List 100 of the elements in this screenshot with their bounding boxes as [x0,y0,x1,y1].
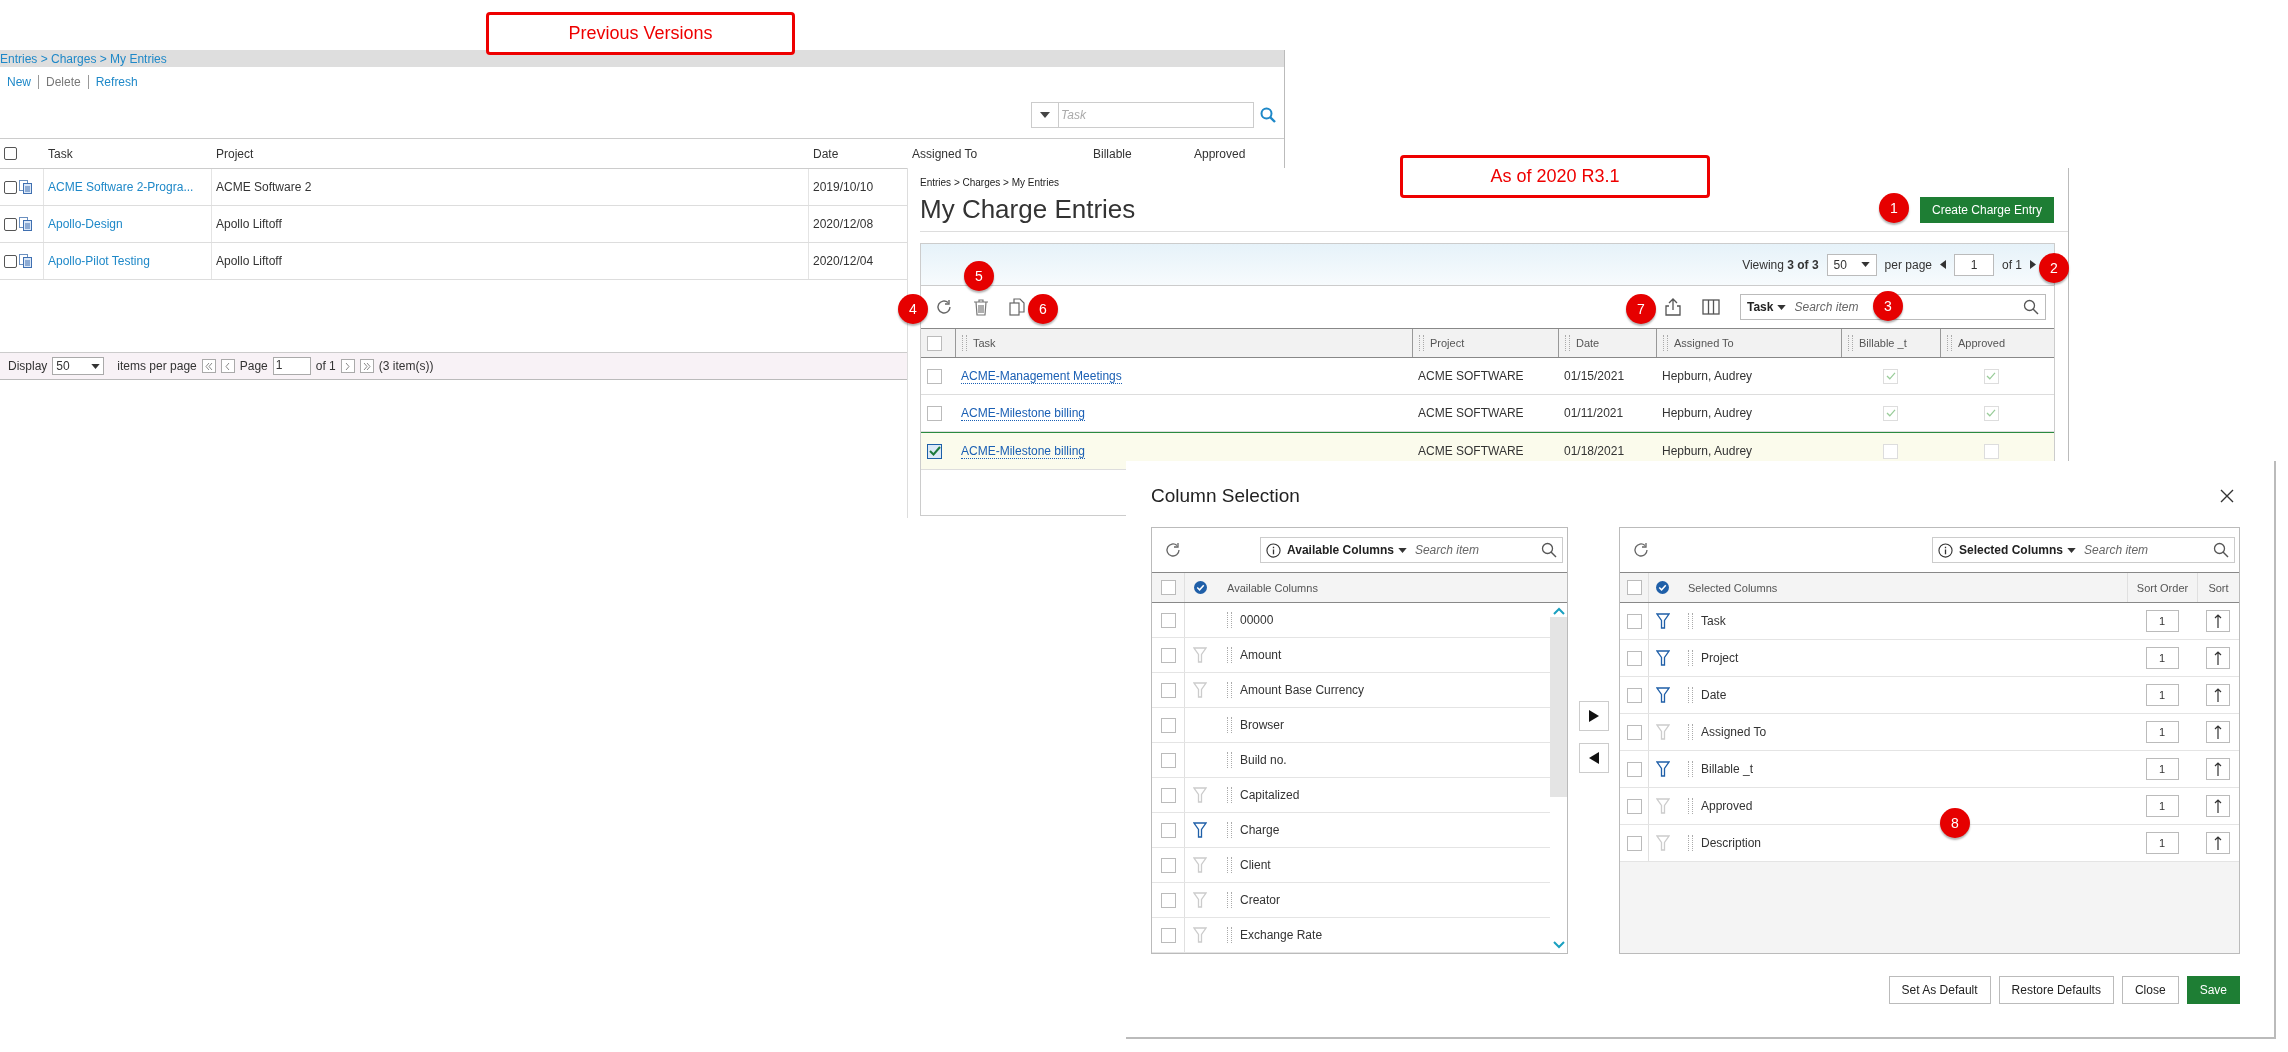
task-link[interactable]: ACME-Milestone billing [961,405,1086,421]
sort-order-field[interactable]: 1 [2145,832,2179,854]
copy-icon[interactable] [1009,298,1025,316]
list-item[interactable]: Date 1 [1620,677,2239,714]
column-header[interactable]: Task [48,146,73,161]
sort-order-field[interactable]: 1 [2145,647,2179,669]
sort-direction-button[interactable] [2206,647,2230,669]
page-field[interactable]: 1 [1954,253,1994,276]
task-link[interactable]: Apollo-Pilot Testing [48,254,150,268]
sort-direction-button[interactable] [2206,721,2230,743]
list-item[interactable]: Build no. [1152,743,1550,778]
checkbox[interactable] [1626,580,1642,595]
checkbox[interactable] [4,147,17,160]
list-item[interactable]: Exchange Rate [1152,918,1550,953]
checkbox[interactable] [927,335,942,351]
column-header[interactable]: Project [216,146,254,161]
refresh-icon[interactable] [935,298,953,316]
sort-order-field[interactable]: 1 [2145,721,2179,743]
checkbox[interactable] [4,254,17,268]
column-header[interactable]: Billable _t [1859,337,1907,349]
column-header[interactable]: Approved [1958,337,2006,349]
chevron-up-icon[interactable] [1552,607,1565,615]
column-header[interactable]: Project [1430,337,1465,349]
search-bar[interactable]: Available Columns Search item [1260,537,1563,563]
checkbox[interactable] [4,180,17,194]
column-header[interactable]: Date [813,146,839,161]
checkbox[interactable] [927,443,942,459]
checkbox[interactable] [1160,752,1176,768]
dialog-button[interactable]: Save [2186,976,2240,1004]
checkbox[interactable] [1626,687,1642,703]
filter-icon[interactable] [1655,613,1670,629]
search-input[interactable]: Search item [1412,542,1535,558]
page-size-select[interactable]: 50 [52,357,105,375]
list-item[interactable]: Task 1 [1620,603,2239,640]
trash-icon[interactable] [973,298,989,316]
sort-order-field[interactable]: 1 [2145,795,2179,817]
list-item[interactable]: Project 1 [1620,640,2239,677]
list-item[interactable]: Capitalized [1152,778,1550,813]
task-link[interactable]: ACME-Management Meetings [961,368,1122,384]
column-header[interactable]: Assigned To [1674,337,1734,349]
filter-icon[interactable] [1655,761,1670,777]
action-link[interactable]: Refresh [87,75,145,89]
checkbox[interactable] [1160,647,1176,663]
refresh-icon[interactable] [1632,541,1650,559]
column-header[interactable]: Date [1576,337,1600,349]
move-right-button[interactable] [1578,701,1609,731]
first-page-button[interactable] [201,359,216,373]
search-icon[interactable] [2213,542,2229,558]
last-page-button[interactable] [359,359,374,373]
move-left-button[interactable] [1578,743,1609,773]
list-item[interactable]: Billable _t 1 [1620,751,2239,788]
checkbox[interactable] [1626,650,1642,666]
sort-order-field[interactable]: 1 [2145,758,2179,780]
list-item[interactable]: Creator [1152,883,1550,918]
checkbox[interactable] [1160,682,1176,698]
next-page-button[interactable] [340,359,355,373]
search-bar[interactable]: Task [1031,102,1254,128]
dialog-button[interactable]: Restore Defaults [1998,976,2114,1004]
list-item[interactable]: Browser [1152,708,1550,743]
search-bar[interactable]: Selected Columns Search item [1932,537,2235,563]
checkbox[interactable] [927,368,942,384]
columns-icon[interactable] [1702,298,1720,316]
dialog-button[interactable]: Close [2121,976,2179,1004]
search-icon[interactable] [2023,299,2039,315]
checkbox[interactable] [1160,927,1176,943]
list-item[interactable]: Client [1152,848,1550,883]
page-field[interactable]: 1 [272,357,311,375]
export-icon[interactable] [1664,298,1682,316]
list-item[interactable]: Assigned To 1 [1620,714,2239,751]
sort-direction-button[interactable] [2206,795,2230,817]
checkbox[interactable] [4,217,17,231]
checkbox[interactable] [1626,761,1642,777]
search-icon[interactable] [1541,542,1557,558]
table-row[interactable]: ACME-Management Meetings ACME SOFTWARE 01/15/2021 Hepburn, Audrey [921,358,2054,395]
page-size-select[interactable]: 50 [1826,253,1877,276]
chevron-down-icon[interactable] [1552,941,1565,949]
create-charge-entry-button[interactable]: Create Charge Entry [1920,196,2054,223]
sort-direction-button[interactable] [2206,832,2230,854]
list-item[interactable]: Amount [1152,638,1550,673]
column-header[interactable]: Approved [1194,146,1246,161]
previous-page-icon[interactable] [1940,260,1946,269]
filter-icon[interactable] [1655,650,1670,666]
checkbox[interactable] [1160,717,1176,733]
sort-direction-button[interactable] [2206,610,2230,632]
previous-page-button[interactable] [220,359,235,373]
list-item[interactable]: Amount Base Currency [1152,673,1550,708]
checkbox[interactable] [1160,857,1176,873]
checkbox[interactable] [1160,580,1176,595]
list-item[interactable]: Charge [1152,813,1550,848]
checkbox[interactable] [1626,613,1642,629]
list-item[interactable]: 00000 [1152,603,1550,638]
close-icon[interactable] [2220,489,2234,503]
column-header[interactable]: Assigned To [912,146,978,161]
checkbox[interactable] [1626,798,1642,814]
search-input[interactable]: Search item [2082,542,2207,558]
filter-icon[interactable] [1193,822,1207,838]
sort-order-field[interactable]: 1 [2145,610,2179,632]
refresh-icon[interactable] [1164,541,1182,559]
column-header[interactable]: Task [973,337,996,349]
task-link[interactable]: Apollo-Design [48,217,123,231]
